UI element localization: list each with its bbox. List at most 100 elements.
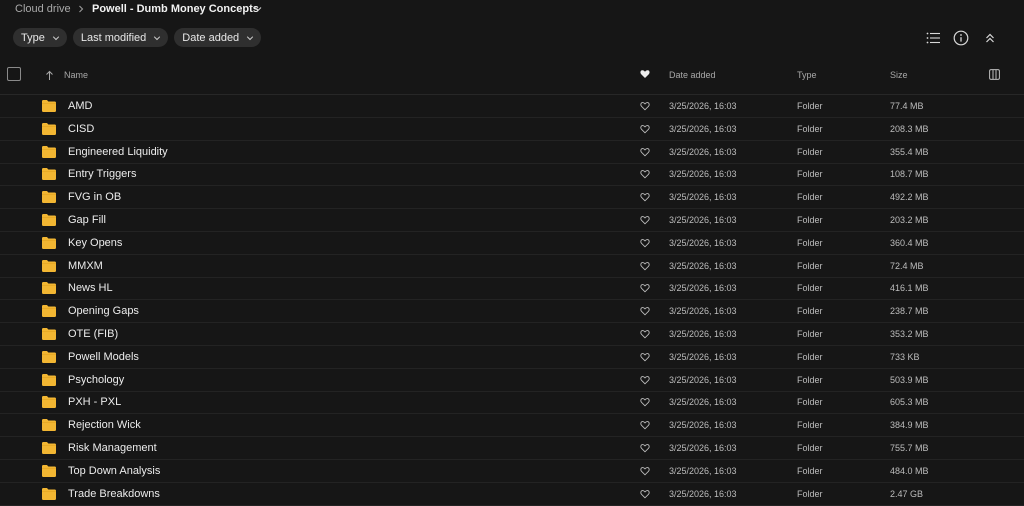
column-header-name[interactable]: Name bbox=[64, 70, 88, 80]
date-added-cell: 3/25/2026, 16:03 bbox=[669, 420, 737, 431]
folder-name[interactable]: Opening Gaps bbox=[68, 305, 139, 317]
type-cell: Folder bbox=[797, 101, 823, 111]
columns-settings-icon[interactable] bbox=[989, 69, 1000, 80]
table-row[interactable]: Trade Breakdowns 3/25/2026, 16:03 Folder 2.… bbox=[0, 483, 1024, 506]
folder-icon bbox=[42, 214, 56, 226]
folder-name[interactable]: AMD bbox=[68, 100, 92, 112]
table-row[interactable]: Key Opens 3/25/2026, 16:03 Folder 360.4 MB bbox=[0, 232, 1024, 255]
size-cell: 384.9 MB bbox=[890, 420, 929, 431]
favorite-heart-icon[interactable] bbox=[640, 101, 650, 111]
folder-name[interactable]: Rejection Wick bbox=[68, 419, 141, 431]
favorite-heart-icon[interactable] bbox=[640, 261, 650, 271]
table-row[interactable]: MMXM 3/25/2026, 16:03 Folder 72.4 MB bbox=[0, 255, 1024, 278]
size-cell: 238.7 MB bbox=[890, 306, 929, 317]
breadcrumb: Cloud drive Powell - Dumb Money Concepts bbox=[0, 0, 1024, 20]
favorite-heart-icon[interactable] bbox=[640, 215, 650, 225]
date-added-cell: 3/25/2026, 16:03 bbox=[669, 146, 737, 157]
breadcrumb-current[interactable]: Powell - Dumb Money Concepts bbox=[92, 3, 259, 15]
folder-name[interactable]: CISD bbox=[68, 123, 94, 135]
favorite-heart-icon[interactable] bbox=[640, 443, 650, 453]
table-row[interactable]: News HL 3/25/2026, 16:03 Folder 416.1 MB bbox=[0, 277, 1024, 301]
favorite-heart-icon[interactable] bbox=[640, 375, 650, 385]
folder-name[interactable]: Top Down Analysis bbox=[68, 465, 160, 477]
table-row[interactable]: PXH - PXL 3/25/2026, 16:03 Folder 605.3 MB bbox=[0, 391, 1024, 415]
type-cell: Folder bbox=[797, 169, 823, 180]
favorite-heart-icon[interactable] bbox=[640, 352, 650, 362]
info-button[interactable] bbox=[952, 29, 970, 47]
folder-name[interactable]: MMXM bbox=[68, 260, 103, 272]
table-row[interactable]: AMD 3/25/2026, 16:03 Folder 77.4 MB bbox=[0, 95, 1024, 118]
filter-last-modified[interactable]: Last modified bbox=[72, 28, 169, 47]
table-row[interactable]: Opening Gaps 3/25/2026, 16:03 Folder 238.7 … bbox=[0, 300, 1024, 324]
favorite-heart-icon[interactable] bbox=[640, 147, 650, 157]
folder-name[interactable]: Powell Models bbox=[68, 351, 139, 363]
size-cell: 733 KB bbox=[890, 351, 920, 362]
folder-name[interactable]: Trade Breakdowns bbox=[68, 488, 160, 500]
select-all-checkbox[interactable] bbox=[7, 67, 21, 81]
favorite-heart-icon[interactable] bbox=[640, 283, 650, 293]
table-row[interactable]: OTE (FIB) 3/25/2026, 16:03 Folder 353.2 MB bbox=[0, 323, 1024, 346]
column-header-date-added[interactable]: Date added bbox=[669, 70, 716, 80]
table-row[interactable]: CISD 3/25/2026, 16:03 Folder 208.3 MB bbox=[0, 118, 1024, 141]
table-row[interactable]: Risk Management 3/25/2026, 16:03 Folder 755… bbox=[0, 437, 1024, 460]
folder-name[interactable]: Engineered Liquidity bbox=[68, 146, 168, 158]
favorite-heart-icon[interactable] bbox=[640, 466, 650, 476]
folder-name[interactable]: Gap Fill bbox=[68, 214, 106, 226]
size-cell: 72.4 MB bbox=[890, 260, 924, 271]
favorite-heart-icon[interactable] bbox=[640, 420, 650, 430]
table-row[interactable]: Entry Triggers 3/25/2026, 16:03 Folder 108.… bbox=[0, 163, 1024, 187]
folder-icon bbox=[42, 487, 56, 500]
folder-name[interactable]: PXH - PXL bbox=[68, 396, 121, 408]
table-row[interactable]: Top Down Analysis 3/25/2026, 16:03 Folder 4… bbox=[0, 460, 1024, 483]
folder-name[interactable]: FVG in OB bbox=[68, 191, 121, 203]
favorite-heart-icon[interactable] bbox=[640, 238, 650, 248]
table-row[interactable]: Engineered Liquidity 3/25/2026, 16:03 Fold… bbox=[0, 141, 1024, 164]
folder-name[interactable]: OTE (FIB) bbox=[68, 328, 118, 340]
favorite-heart-icon[interactable] bbox=[640, 124, 650, 134]
table-row[interactable]: FVG in OB 3/25/2026, 16:03 Folder 492.2 MB bbox=[0, 186, 1024, 210]
folder-icon bbox=[42, 236, 56, 249]
size-cell: 360.4 MB bbox=[890, 237, 929, 248]
type-cell: Folder bbox=[797, 465, 823, 476]
date-added-cell: 3/25/2026, 16:03 bbox=[669, 465, 737, 476]
type-cell: Folder bbox=[797, 420, 823, 431]
favorite-heart-icon[interactable] bbox=[640, 169, 650, 179]
table-row[interactable]: Psychology 3/25/2026, 16:03 Folder 503.9 MB bbox=[0, 369, 1024, 392]
filter-date-added[interactable]: Date added bbox=[174, 28, 262, 47]
table-row[interactable]: Gap Fill 3/25/2026, 16:03 Folder 203.2 MB bbox=[0, 209, 1024, 232]
folder-name[interactable]: Key Opens bbox=[68, 237, 122, 249]
type-cell: Folder bbox=[797, 146, 823, 157]
folder-icon bbox=[42, 464, 56, 477]
folder-name[interactable]: News HL bbox=[68, 282, 113, 294]
favorite-heart-icon[interactable] bbox=[640, 397, 650, 407]
type-cell: Folder bbox=[797, 123, 823, 134]
table-row[interactable]: Powell Models 3/25/2026, 16:03 Folder 733 K… bbox=[0, 346, 1024, 369]
column-header-size[interactable]: Size bbox=[890, 70, 908, 80]
size-cell: 484.0 MB bbox=[890, 465, 929, 476]
sort-ascending-icon[interactable] bbox=[45, 70, 54, 81]
favorite-heart-icon[interactable] bbox=[640, 306, 650, 316]
date-added-cell: 3/25/2026, 16:03 bbox=[669, 397, 737, 408]
favorite-heart-icon[interactable] bbox=[640, 489, 650, 499]
type-cell: Folder bbox=[797, 329, 823, 339]
type-cell: Folder bbox=[797, 397, 823, 408]
size-cell: 353.2 MB bbox=[890, 329, 929, 339]
filter-type[interactable]: Type bbox=[13, 28, 67, 47]
collapse-button[interactable] bbox=[981, 29, 999, 47]
list-view-button[interactable] bbox=[924, 29, 942, 47]
favorite-heart-icon[interactable] bbox=[640, 192, 650, 202]
heart-filled-icon[interactable] bbox=[640, 69, 650, 79]
type-cell: Folder bbox=[797, 283, 823, 294]
folder-name[interactable]: Psychology bbox=[68, 374, 124, 386]
table-row[interactable]: Rejection Wick 3/25/2026, 16:03 Folder 384.… bbox=[0, 414, 1024, 438]
size-cell: 416.1 MB bbox=[890, 283, 929, 294]
chevron-down-icon[interactable] bbox=[253, 4, 263, 14]
column-header-type[interactable]: Type bbox=[797, 70, 817, 80]
folder-name[interactable]: Risk Management bbox=[68, 442, 157, 454]
folder-name[interactable]: Entry Triggers bbox=[68, 168, 136, 180]
favorite-heart-icon[interactable] bbox=[640, 329, 650, 339]
size-cell: 492.2 MB bbox=[890, 192, 929, 203]
breadcrumb-root[interactable]: Cloud drive bbox=[15, 3, 71, 15]
size-cell: 2.47 GB bbox=[890, 488, 924, 499]
size-cell: 605.3 MB bbox=[890, 397, 929, 408]
